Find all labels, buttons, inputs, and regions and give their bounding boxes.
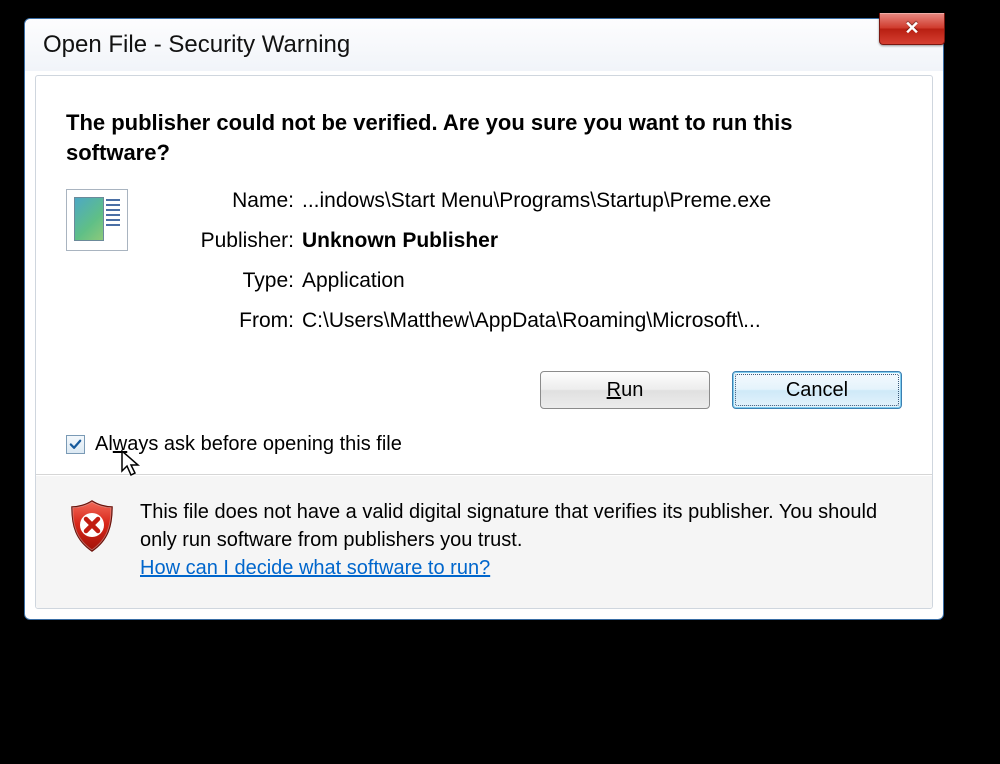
- button-row: Run Cancel: [66, 371, 902, 409]
- name-label: Name:: [154, 189, 294, 213]
- file-info: Name: ...indows\Start Menu\Programs\Star…: [66, 189, 902, 333]
- warning-heading: The publisher could not be verified. Are…: [66, 108, 902, 167]
- close-button[interactable]: ✕: [879, 13, 945, 45]
- footer-text: This file does not have a valid digital …: [140, 498, 902, 582]
- always-ask-checkbox[interactable]: [66, 435, 85, 454]
- type-label: Type:: [154, 269, 294, 293]
- publisher-value: Unknown Publisher: [302, 229, 902, 253]
- shield-icon: [66, 498, 118, 554]
- cancel-button[interactable]: Cancel: [732, 371, 902, 409]
- window-title: Open File - Security Warning: [43, 31, 350, 59]
- footer-area: This file does not have a valid digital …: [36, 476, 932, 608]
- main-area: The publisher could not be verified. Are…: [36, 76, 932, 433]
- from-label: From:: [154, 309, 294, 333]
- always-ask-label[interactable]: Always ask before opening this file: [95, 433, 402, 456]
- from-value: C:\Users\Matthew\AppData\Roaming\Microso…: [302, 309, 902, 333]
- file-icon: [66, 189, 128, 251]
- help-link[interactable]: How can I decide what software to run?: [140, 557, 490, 579]
- checkmark-icon: [68, 437, 83, 452]
- security-warning-dialog: Open File - Security Warning ✕ The publi…: [24, 18, 944, 620]
- name-value: ...indows\Start Menu\Programs\Startup\Pr…: [302, 189, 902, 213]
- type-value: Application: [302, 269, 902, 293]
- run-button[interactable]: Run: [540, 371, 710, 409]
- dialog-content: The publisher could not be verified. Are…: [35, 75, 933, 609]
- publisher-label: Publisher:: [154, 229, 294, 253]
- titlebar: Open File - Security Warning ✕: [25, 19, 943, 71]
- close-icon: ✕: [904, 18, 919, 39]
- always-ask-row: Always ask before opening this file: [36, 433, 932, 474]
- footer-message: This file does not have a valid digital …: [140, 501, 877, 551]
